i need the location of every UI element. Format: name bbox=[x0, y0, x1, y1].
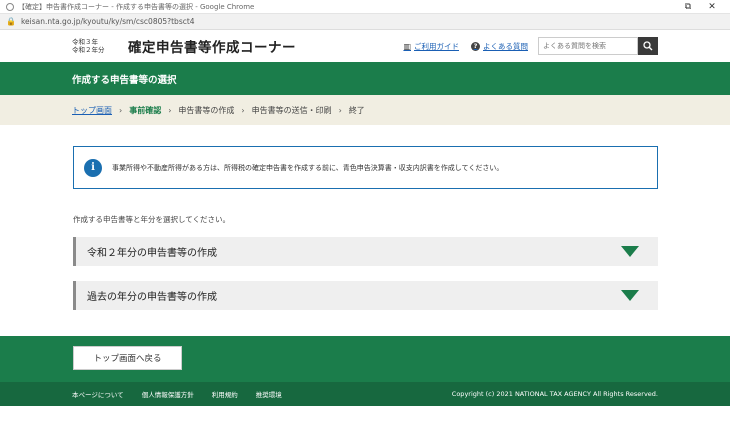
address-bar[interactable]: 🔒 keisan.nta.go.jp/kyoutu/ky/sm/csc0805?… bbox=[0, 14, 730, 30]
question-icon: ? bbox=[471, 41, 480, 51]
triangle-down-icon bbox=[621, 290, 639, 301]
era-label: 令和３年 令和２年分 bbox=[72, 38, 118, 54]
breadcrumb-submit: 申告書等の送信・印刷 bbox=[251, 105, 332, 115]
breadcrumb-finish: 終了 bbox=[348, 105, 365, 115]
window-title: 【確定】申告書作成コーナー - 作成する申告書等の選択 - Google Chr… bbox=[18, 2, 255, 11]
triangle-down-icon bbox=[621, 246, 639, 257]
chevron-right-icon: › bbox=[119, 105, 123, 115]
notice-text: 事業所得や不動産所得がある方は、所得税の確定申告書を作成する前に、青色申告決算書… bbox=[112, 163, 504, 172]
chevron-right-icon: › bbox=[241, 105, 245, 115]
restore-window-icon[interactable]: ⧉ bbox=[676, 2, 700, 12]
breadcrumb-create: 申告書等の作成 bbox=[178, 105, 235, 115]
accordion-past-years[interactable]: 過去の年分の申告書等の作成 bbox=[73, 281, 658, 310]
browser-title-bar: 【確定】申告書作成コーナー - 作成する申告書等の選択 - Google Chr… bbox=[0, 0, 730, 14]
search-button[interactable] bbox=[638, 37, 658, 55]
faq-link-label: よくある質問 bbox=[483, 41, 528, 51]
lock-icon: 🔒 bbox=[6, 17, 16, 26]
accordion-label: 令和２年分の申告書等の作成 bbox=[87, 248, 217, 259]
faq-link[interactable]: ? よくある質問 bbox=[471, 41, 528, 52]
guide-link[interactable]: ▥ ご利用ガイド bbox=[403, 41, 459, 52]
era-line-1: 令和３年 bbox=[72, 38, 98, 46]
chevron-right-icon: › bbox=[338, 105, 342, 115]
book-icon: ▥ bbox=[403, 41, 411, 51]
faq-search-input[interactable] bbox=[538, 37, 638, 55]
copyright-text: Copyright (c) 2021 NATIONAL TAX AGENCY A… bbox=[451, 390, 658, 398]
footer-link-terms[interactable]: 利用規約 bbox=[212, 389, 238, 399]
breadcrumb-precheck: 事前確認 bbox=[129, 105, 162, 115]
accordion-label: 過去の年分の申告書等の作成 bbox=[87, 292, 217, 303]
footer-link-environment[interactable]: 推奨環境 bbox=[256, 389, 282, 399]
back-to-top-button[interactable]: トップ画面へ戻る bbox=[73, 346, 182, 370]
app-title: 確定申告書等作成コーナー bbox=[128, 40, 296, 56]
breadcrumb-top[interactable]: トップ画面 bbox=[72, 105, 112, 116]
site-footer: 本ページについて 個人情報保護方針 利用規約 推奨環境 Copyright (c… bbox=[0, 382, 730, 406]
header-utility: ▥ ご利用ガイド ? よくある質問 bbox=[391, 35, 658, 57]
favicon-icon bbox=[6, 2, 14, 11]
breadcrumb: トップ画面 › 事前確認 › 申告書等の作成 › 申告書等の送信・印刷 › 終了 bbox=[0, 95, 730, 125]
page-title: 作成する申告書等の選択 bbox=[72, 74, 177, 86]
intro-text: 作成する申告書等と年分を選択してください。 bbox=[73, 215, 231, 224]
info-notice: i 事業所得や不動産所得がある方は、所得税の確定申告書を作成する前に、青色申告決… bbox=[73, 146, 658, 189]
guide-link-label: ご利用ガイド bbox=[414, 41, 459, 51]
info-icon: i bbox=[84, 158, 102, 177]
page-heading-band: 作成する申告書等の選択 bbox=[0, 62, 730, 95]
search-icon bbox=[643, 41, 653, 51]
chevron-right-icon: › bbox=[168, 105, 172, 115]
site-header: 令和３年 令和２年分 確定申告書等作成コーナー ▥ ご利用ガイド ? よくある質… bbox=[0, 30, 730, 62]
url-text[interactable]: keisan.nta.go.jp/kyoutu/ky/sm/csc0805?tb… bbox=[21, 17, 195, 26]
footer-nav-band: トップ画面へ戻る bbox=[0, 336, 730, 382]
footer-link-about[interactable]: 本ページについて bbox=[72, 389, 124, 399]
accordion-current-year[interactable]: 令和２年分の申告書等の作成 bbox=[73, 237, 658, 266]
footer-link-privacy[interactable]: 個人情報保護方針 bbox=[142, 389, 194, 399]
era-line-2: 令和２年分 bbox=[72, 46, 105, 54]
close-window-icon[interactable]: ✕ bbox=[700, 2, 724, 12]
